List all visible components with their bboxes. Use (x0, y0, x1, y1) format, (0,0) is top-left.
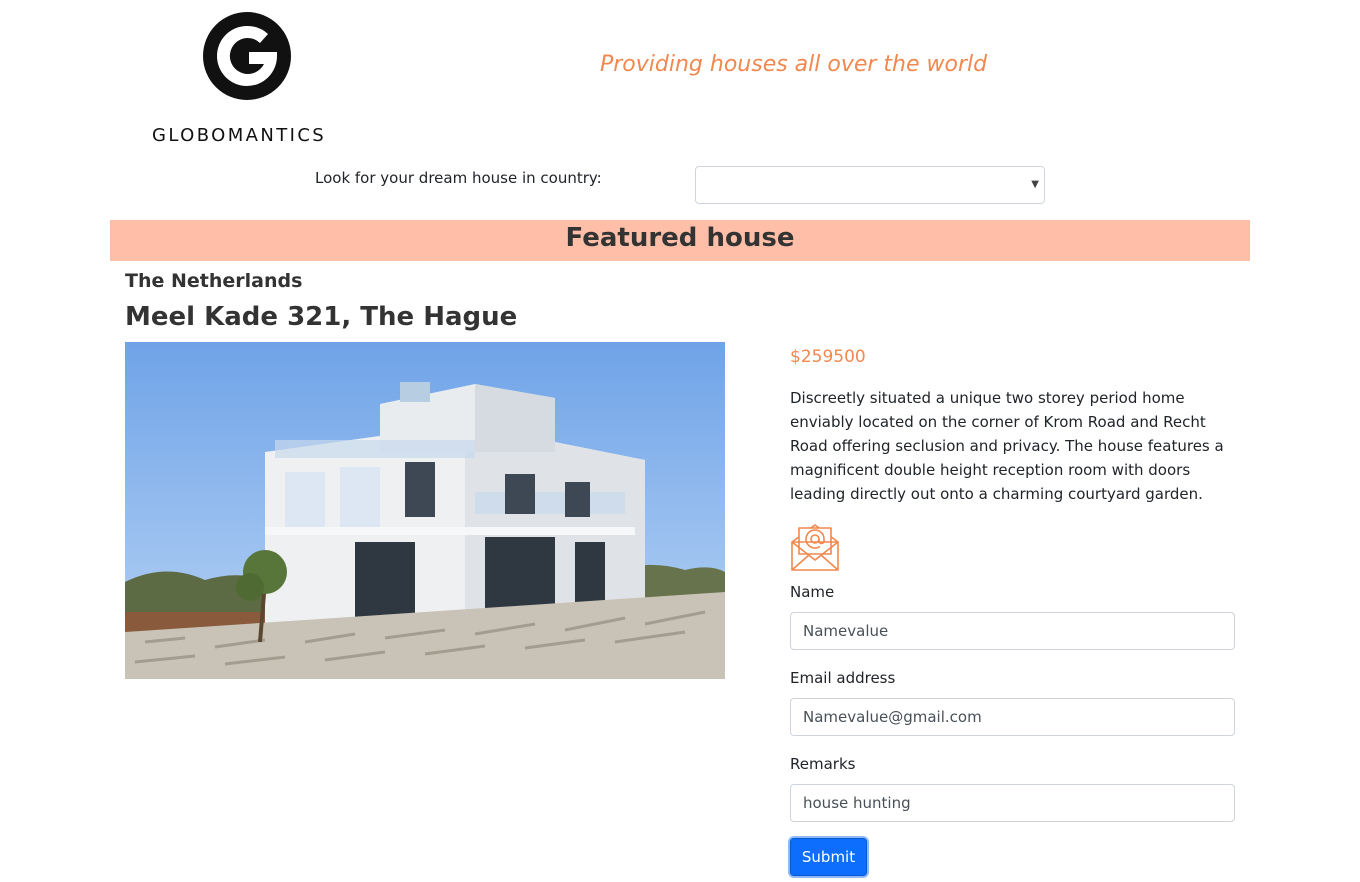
chevron-down-icon: ▼ (1031, 179, 1039, 190)
house-price: $259500 (790, 347, 866, 367)
email-label: Email address (790, 669, 896, 687)
tagline: Providing houses all over the world (600, 52, 988, 77)
name-field[interactable]: Namevalue (790, 612, 1235, 650)
globomantics-logo[interactable]: GLOBOMANTICS (152, 12, 342, 146)
house-country: The Netherlands (125, 270, 303, 292)
remarks-field[interactable]: house hunting (790, 784, 1235, 822)
page: GLOBOMANTICS Providing houses all over t… (0, 0, 1360, 882)
featured-heading: Featured house (565, 223, 795, 253)
remarks-label: Remarks (790, 755, 856, 773)
featured-banner: Featured house (110, 220, 1250, 261)
house-address: Meel Kade 321, The Hague (125, 302, 518, 332)
logo-g-icon (203, 12, 291, 100)
house-photo (125, 342, 725, 679)
country-search-label: Look for your dream house in country: (315, 169, 602, 187)
name-label: Name (790, 583, 835, 601)
submit-button[interactable]: Submit (790, 838, 867, 876)
logo-wordmark: GLOBOMANTICS (152, 125, 327, 146)
mail-at-icon (790, 522, 840, 572)
email-field[interactable]: Namevalue@gmail.com (790, 698, 1235, 736)
country-select[interactable]: ▼ (695, 166, 1045, 204)
house-description: Discreetly situated a unique two storey … (790, 389, 1224, 503)
